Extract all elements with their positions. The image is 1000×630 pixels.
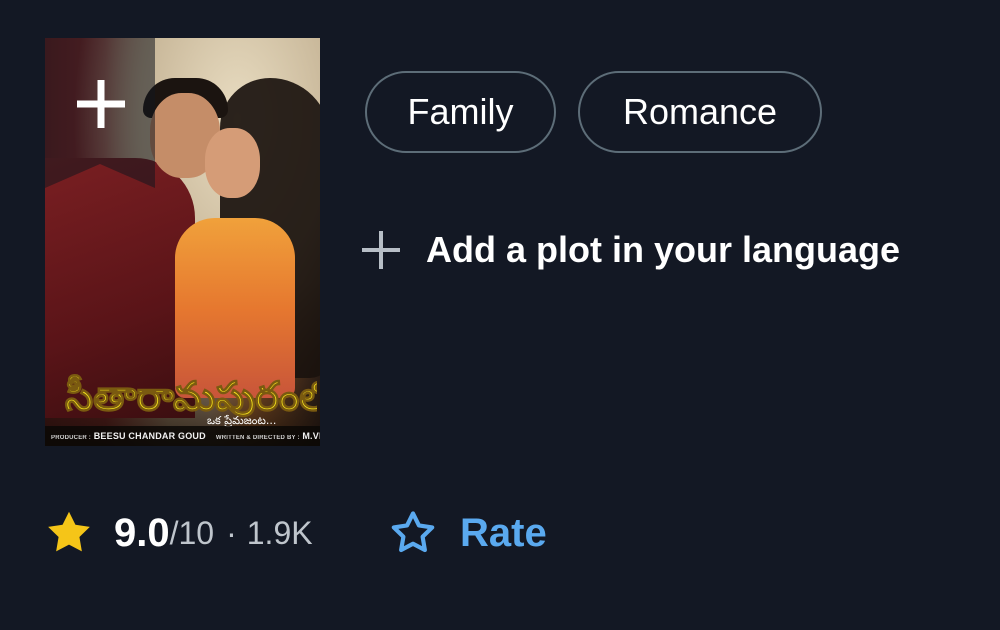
rating-separator: · [226, 514, 237, 551]
genre-chip-label: Family [407, 91, 514, 132]
star-outline-icon [391, 511, 435, 553]
plus-icon [362, 231, 400, 269]
poster-art [205, 128, 260, 198]
poster-credits: PRODUCER : BEESU CHANDAR GOUD WRITTEN & … [45, 426, 320, 446]
rate-button[interactable]: Rate [388, 503, 547, 563]
rating-count: 1.9K [246, 514, 313, 551]
genre-chip-romance[interactable]: Romance [578, 71, 822, 153]
poster-title-logo: సీతారామపురంలో ఒక ప్రేమజంట... [64, 373, 317, 428]
add-plot-button[interactable]: Add a plot in your language [360, 222, 900, 278]
svg-text:సీతారామపురంలో: సీతారామపురంలో [65, 374, 317, 420]
rating-value: 9.0 [114, 510, 170, 555]
add-plot-label: Add a plot in your language [426, 229, 901, 270]
genre-chip-family[interactable]: Family [365, 71, 556, 153]
rate-label: Rate [460, 510, 547, 555]
imdb-rating: 9.0 /10 · 1.9K [44, 505, 313, 561]
movie-poster[interactable]: సీతారామపురంలో ఒక ప్రేమజంట... PRODUCER : … [45, 38, 320, 446]
genre-chip-label: Romance [622, 91, 778, 132]
star-icon [48, 511, 90, 552]
plus-icon [77, 80, 125, 128]
rating-max: /10 [169, 514, 215, 551]
